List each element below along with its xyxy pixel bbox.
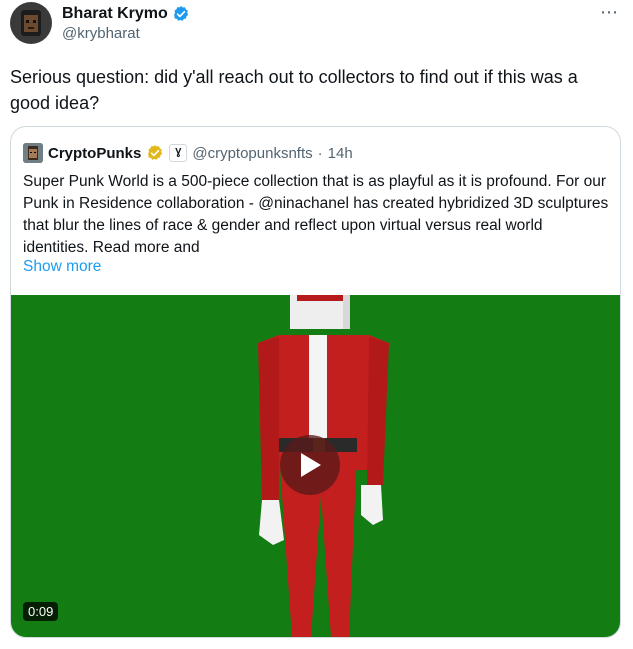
play-button[interactable]: [280, 435, 340, 495]
quoted-author-avatar[interactable]: [23, 143, 43, 163]
video-duration-badge: 0:09: [23, 602, 59, 621]
author-avatar[interactable]: [10, 2, 52, 44]
quoted-tweet[interactable]: CryptoPunks Ɣ @cryptopunksnfts · 14h Sup…: [10, 126, 621, 638]
more-options-icon[interactable]: ⋯: [600, 2, 619, 23]
author-name-row[interactable]: Bharat Krymo: [62, 4, 190, 24]
author-name[interactable]: Bharat Krymo: [62, 4, 168, 24]
gold-verified-badge-icon: [148, 145, 163, 160]
play-icon: [301, 453, 321, 477]
video-player[interactable]: 0:09: [11, 295, 620, 637]
verified-badge-icon: [173, 6, 188, 21]
quoted-author-name[interactable]: CryptoPunks: [48, 145, 141, 162]
separator-dot: ·: [317, 144, 323, 162]
show-more-link[interactable]: Show more: [23, 258, 101, 276]
quoted-tweet-text: Super Punk World is a 500-piece collecti…: [23, 173, 609, 256]
quoted-author-handle[interactable]: @cryptopunksnfts: [192, 145, 312, 162]
quoted-tweet-header: CryptoPunks Ɣ @cryptopunksnfts · 14h: [23, 143, 353, 163]
author-handle[interactable]: @krybharat: [62, 25, 140, 42]
tweet-text: Serious question: did y'all reach out to…: [10, 67, 578, 113]
affiliate-badge-icon: Ɣ: [169, 144, 188, 162]
quoted-tweet-time[interactable]: 14h: [328, 145, 353, 162]
